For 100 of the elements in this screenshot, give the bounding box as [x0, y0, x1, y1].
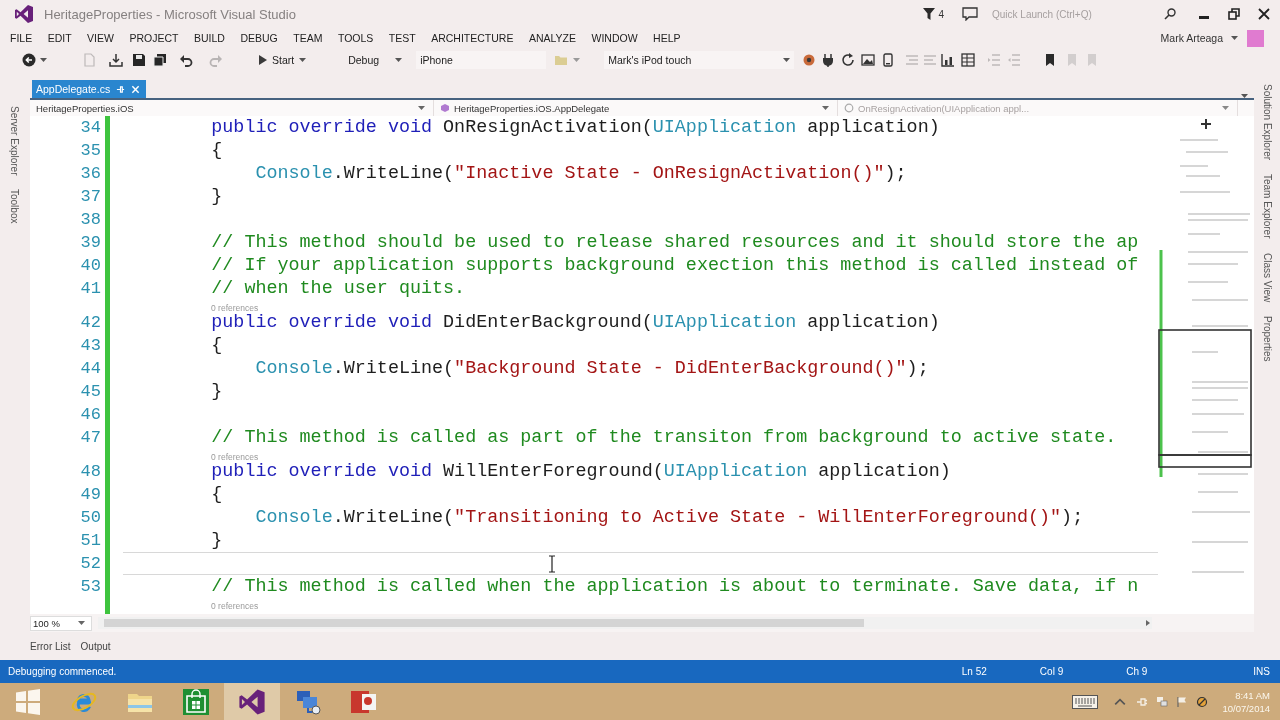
menu-item[interactable]: HELP	[653, 32, 681, 44]
keyboard-icon[interactable]	[1072, 694, 1099, 709]
caret-icon	[418, 106, 425, 110]
line-number: 44	[79, 358, 101, 380]
device-dropdown[interactable]: Mark's iPod touch	[604, 51, 795, 69]
plug-icon[interactable]	[821, 53, 836, 67]
pin-icon[interactable]	[116, 84, 126, 94]
undo-icon[interactable]	[179, 53, 193, 67]
menu-item[interactable]: DEBUG	[240, 32, 278, 44]
filter-icon[interactable]	[923, 8, 936, 20]
line-number: 49	[79, 484, 101, 506]
line-number: 45	[79, 381, 101, 403]
line-number: 53	[79, 576, 101, 598]
line-number: 38	[79, 209, 101, 231]
shopping-bag-icon[interactable]	[182, 687, 210, 716]
chart-icon[interactable]	[941, 53, 956, 67]
circle-slash-icon[interactable]	[1196, 695, 1209, 708]
tool-window-tab[interactable]: Toolbox	[8, 189, 20, 224]
caret-icon[interactable]	[40, 58, 47, 62]
back-icon[interactable]	[22, 53, 36, 67]
caret-icon	[299, 58, 307, 62]
caret-icon	[1222, 106, 1229, 110]
platform-dropdown[interactable]: iPhone	[416, 51, 547, 69]
code-line: Console.WriteLine("Transitioning to Active State - WillEnterForeground()");	[255, 507, 1084, 528]
menu-item[interactable]: EDIT	[47, 32, 72, 44]
code-line: // This method should be used to release shared resources and it should store the ap	[211, 232, 1139, 253]
menu-item[interactable]: FILE	[10, 32, 33, 44]
restore-icon[interactable]	[1228, 8, 1240, 20]
line-number: 42	[79, 312, 101, 334]
code-line: // when the user quits.	[211, 278, 466, 299]
caret-icon	[78, 621, 85, 625]
menu-item[interactable]: TOOLS	[337, 32, 374, 44]
line-number: 43	[79, 335, 101, 357]
flag-icon[interactable]	[1176, 695, 1189, 708]
plus-icon[interactable]	[1201, 119, 1211, 129]
line-number: 35	[79, 140, 101, 162]
quick-launch-field[interactable]: Quick Launch (Ctrl+Q)	[988, 5, 1164, 23]
line-number: 34	[79, 117, 101, 139]
line-number: 48	[79, 461, 101, 483]
code-line: Console.WriteLine("Inactive State - OnResignActivation()");	[255, 163, 907, 184]
line-number: 50	[79, 507, 101, 529]
tool-window-tab[interactable]: Output	[80, 640, 111, 652]
method-icon	[844, 103, 854, 113]
taskbar-button[interactable]	[224, 683, 280, 720]
menu-item[interactable]: WINDOW	[591, 32, 638, 44]
line-number: 52	[79, 553, 101, 575]
phone-icon[interactable]	[881, 53, 896, 67]
menu-item[interactable]: TEAM	[293, 32, 323, 44]
line-number: 37	[79, 186, 101, 208]
code-line: }	[211, 530, 223, 551]
save-icon[interactable]	[132, 53, 146, 67]
tool-window-tab[interactable]: Properties	[1261, 315, 1273, 362]
configuration-dropdown[interactable]: Debug	[344, 51, 407, 69]
tool-window-tab[interactable]: Team Explorer	[1261, 174, 1273, 239]
menu-item[interactable]: ARCHITECTURE	[431, 32, 514, 44]
horizontal-scrollbar[interactable]	[98, 617, 1152, 629]
menu-item[interactable]: PROJECT	[129, 32, 179, 44]
account-name[interactable]: Mark Arteaga	[1160, 32, 1223, 44]
insert-mode-indicator: INS	[1253, 666, 1270, 677]
code-line: // If your application supports background exection this method is called instead of	[211, 255, 1139, 276]
search-icon[interactable]	[1164, 8, 1176, 20]
save-all-icon[interactable]	[153, 53, 167, 67]
menu-item[interactable]: VIEW	[87, 32, 114, 44]
code-line: // This method is called when the application is about to terminate. Save data, if n	[211, 576, 1139, 597]
column-indicator: Col 9	[1039, 666, 1064, 677]
code-line: public override void DidEnterBackground(UIApplication application)	[211, 312, 940, 333]
tool-window-tab[interactable]: Server Explorer	[8, 106, 20, 176]
text-cursor-icon	[548, 555, 556, 573]
zoom-dropdown[interactable]: 100 %	[30, 615, 92, 631]
caret-icon[interactable]	[1231, 36, 1238, 40]
app-logo-icon[interactable]	[238, 687, 266, 716]
line-indicator: Ln 52	[961, 666, 987, 677]
code-line: Console.WriteLine("Background State - DidEnterBackground()");	[255, 358, 929, 379]
document-tab[interactable]: AppDelegate.cs	[32, 80, 147, 98]
caret-icon	[783, 58, 791, 62]
grid-icon[interactable]	[961, 53, 976, 67]
menu-item[interactable]: BUILD	[193, 32, 225, 44]
tool-window-tab[interactable]: Class View	[1261, 252, 1273, 302]
start-button[interactable]: Start	[255, 50, 311, 70]
speech-bubble-icon[interactable]	[962, 7, 978, 21]
tool-window-tab[interactable]: Error List	[30, 640, 71, 652]
code-line: }	[211, 381, 223, 402]
menu-item[interactable]: TEST	[388, 32, 416, 44]
tray-arrow-icon[interactable]	[109, 53, 123, 67]
line-number: 39	[79, 232, 101, 254]
refresh-icon[interactable]	[841, 53, 856, 67]
notification-count: 4	[938, 8, 944, 20]
menu-item[interactable]: ANALYZE	[528, 32, 576, 44]
code-line: }	[211, 186, 223, 207]
character-indicator: Ch 9	[1126, 666, 1148, 677]
code-line: public override void WillEnterForeground(UIApplication application)	[211, 461, 951, 482]
gear-icon[interactable]	[802, 53, 817, 67]
code-line: {	[211, 140, 223, 161]
caret-icon	[822, 106, 829, 110]
close-icon[interactable]	[1258, 8, 1270, 20]
line-number: 47	[79, 427, 101, 449]
tool-window-tab[interactable]: Solution Explorer	[1261, 84, 1273, 161]
code-line: {	[211, 335, 223, 356]
picture-icon[interactable]	[861, 53, 876, 67]
caret-icon	[395, 58, 403, 62]
